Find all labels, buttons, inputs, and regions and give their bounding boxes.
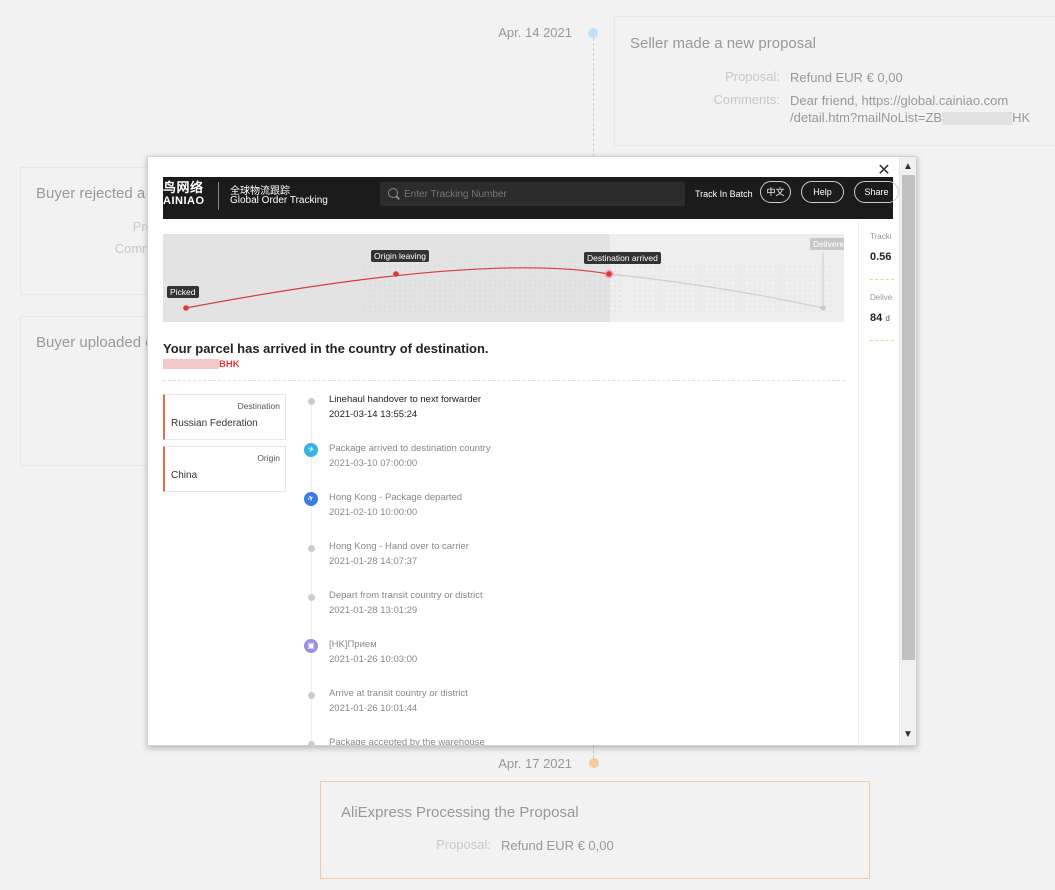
route-map: Picked Origin leaving Destination arrive…: [163, 234, 844, 322]
cainiao-logo[interactable]: 鸟网络 AINIAO: [163, 181, 205, 208]
world-map-texture: [633, 264, 833, 314]
card-label: Comm: [114, 241, 153, 256]
destination-value: Russian Federation: [171, 418, 258, 429]
card-title: Buyer uploaded e: [36, 334, 154, 351]
event-description: Hong Kong - Package departed: [329, 492, 463, 503]
tracking-number-input[interactable]: [404, 182, 674, 206]
tracking-number: BHK: [163, 359, 240, 370]
event-dot: [308, 741, 315, 745]
event-time: 2021-03-14 13:55:24: [329, 409, 418, 420]
event-dot: [308, 594, 315, 601]
tracking-content: 鸟网络 AINIAO 全球物流跟踪 Global Order Tracking …: [163, 157, 899, 746]
event-time: 2021-01-28 13:01:29: [329, 605, 418, 616]
timeline-dot-top: [588, 28, 598, 38]
event-description: Package accepted by the warehouse: [329, 737, 485, 746]
destination-label: Destination: [237, 401, 280, 411]
event-time: 2021-02-10 10:00:00: [329, 507, 418, 518]
comments-line-1: Dear friend, https://global.cainiao.com: [790, 93, 1009, 108]
proposal-value: Refund EUR € 0,00: [501, 838, 614, 853]
event-description: Arrive at transit country or district: [329, 688, 468, 699]
tracking-stat-value: 0.56: [870, 251, 892, 263]
plane-landing-icon: ✈: [302, 441, 320, 459]
share-button[interactable]: Share: [854, 181, 899, 203]
scroll-down-arrow-icon[interactable]: ▼: [900, 727, 916, 743]
destination-arrived-point: [606, 271, 612, 277]
tracking-header: 鸟网络 AINIAO 全球物流跟踪 Global Order Tracking …: [163, 177, 899, 219]
search-icon: [388, 188, 398, 198]
tracking-modal: ✕ 鸟网络 AINIAO 全球物流跟踪 Global Order Trackin…: [147, 156, 917, 746]
scroll-up-arrow-icon[interactable]: ▲: [900, 159, 916, 175]
buyer-uploaded-card: Buyer uploaded e Evi: [20, 316, 169, 466]
tracking-search: [380, 182, 685, 206]
event-description: [HK]Прием: [329, 639, 377, 650]
plane-takeoff-icon: ✈: [302, 490, 320, 508]
redacted-block: [163, 359, 219, 370]
destination-box: Destination Russian Federation: [163, 394, 286, 440]
origin-value: China: [171, 470, 198, 481]
origin-leaving-point: [393, 271, 399, 277]
parcel-status-title: Your parcel has arrived in the country o…: [163, 341, 489, 356]
modal-scrollbar[interactable]: ▲ ▼: [899, 157, 916, 745]
event-dot: [308, 692, 315, 699]
comments-value: Dear friend, https://global.cainiao.com …: [790, 92, 1055, 126]
buyer-rejected-card: Buyer rejected a Pro Comm: [20, 167, 160, 295]
card-title: Buyer rejected a: [36, 185, 146, 202]
event-dot: [308, 398, 315, 405]
redacted-block: [942, 112, 1013, 126]
comments-label: Comments:: [713, 92, 780, 107]
scrollbar-thumb[interactable]: [902, 175, 915, 660]
event-time: 2021-01-26 10:01:44: [329, 703, 418, 714]
seller-proposal-card: Seller made a new proposal Proposal: Ref…: [614, 16, 1055, 146]
event-time: 2021-03-10 07:00:00: [329, 458, 418, 469]
card-title: Seller made a new proposal: [630, 35, 816, 52]
delivery-stat-value: 84 d: [870, 312, 890, 324]
stat-underline: [870, 340, 894, 341]
proposal-value: Refund EUR € 0,00: [790, 70, 903, 85]
warehouse-icon: ▣: [304, 639, 318, 653]
origin-label: Origin: [257, 453, 280, 463]
destination-arrived-label: Destination arrived: [584, 252, 661, 264]
delivered-point: [820, 305, 826, 311]
timeline-dot-bottom: [589, 758, 599, 768]
event-dot: [308, 545, 315, 552]
event-description: Depart from transit country or district: [329, 590, 483, 601]
stats-divider: [858, 221, 859, 745]
origin-leaving-label: Origin leaving: [371, 250, 429, 262]
language-button[interactable]: 中文: [760, 181, 791, 203]
event-description: Linehaul handover to next forwarder: [329, 394, 482, 405]
event-description: Hong Kong - Hand over to carrier: [329, 541, 469, 552]
origin-box: Origin China: [163, 446, 286, 492]
route-map-svg: [183, 252, 833, 314]
event-description: Package arrived to destination country: [329, 443, 491, 454]
comments-line-2: /detail.htm?mailNoList=ZB HK: [790, 110, 1031, 126]
picked-point: [183, 305, 189, 311]
card-title: AliExpress Processing the Proposal: [341, 804, 579, 821]
aliexpress-processing-card: AliExpress Processing the Proposal Propo…: [320, 781, 870, 879]
logo-divider: [218, 182, 219, 210]
track-in-batch-link[interactable]: Track In Batch: [695, 189, 753, 199]
timeline-date-top: Apr. 14 2021: [498, 25, 572, 40]
world-map-texture: [363, 259, 623, 314]
help-button[interactable]: Help: [801, 181, 844, 203]
card-label: Pro: [132, 219, 153, 234]
event-time: 2021-01-28 14:07:37: [329, 556, 418, 567]
delivered-label: Delivere: [810, 238, 844, 250]
status-divider: [163, 380, 845, 381]
stat-underline: [870, 279, 894, 280]
timeline-date-bottom: Apr. 17 2021: [498, 756, 572, 771]
picked-label: Picked: [167, 286, 199, 298]
delivery-stat-label: Delive: [870, 293, 893, 302]
proposal-label: Proposal:: [725, 69, 780, 84]
brand-title-en: Global Order Tracking: [230, 195, 328, 206]
proposal-label: Proposal:: [436, 837, 491, 852]
event-time: 2021-01-26 10:03:00: [329, 654, 418, 665]
tracking-stat-label: Tracki: [870, 232, 892, 241]
